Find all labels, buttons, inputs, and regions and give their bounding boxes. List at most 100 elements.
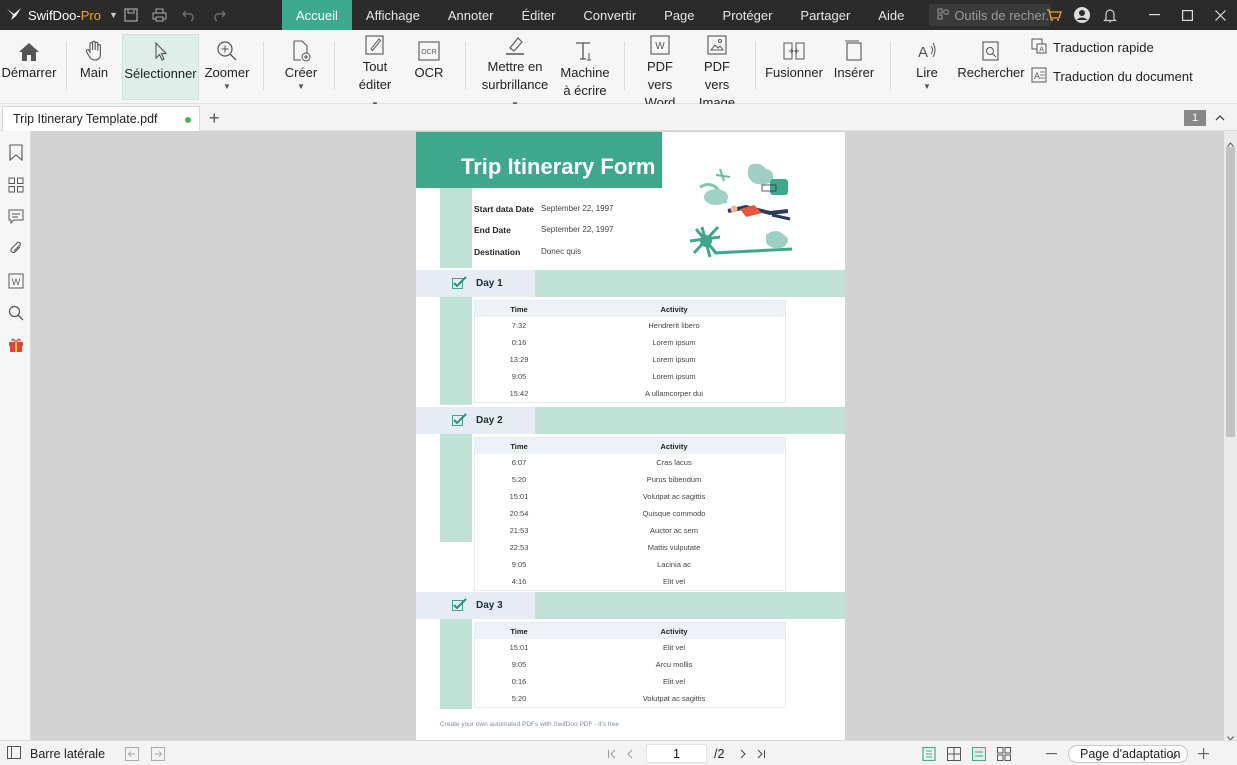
search-tools-icon	[937, 8, 950, 23]
pdf-to-image-button[interactable]: PDF vers Image	[691, 34, 743, 110]
merge-icon	[783, 34, 805, 64]
tool-search-input[interactable]: Outils de recher...	[929, 4, 1052, 26]
attachment-icon[interactable]	[6, 239, 25, 258]
zoom-select[interactable]: Page d'adaptation	[1068, 745, 1188, 763]
app-menu-button[interactable]: SwifDoo-Pro ▼	[0, 0, 120, 30]
table-row: 9:05 Lacinia ac	[511, 560, 691, 569]
word-convert-icon[interactable]: W	[6, 271, 25, 290]
create-button[interactable]: Créer ▼	[283, 34, 319, 100]
print-icon[interactable]	[152, 8, 167, 22]
pdf-page: Trip Itinerary Form Start data Date Sept…	[416, 132, 845, 740]
bookmark-icon[interactable]	[6, 143, 25, 162]
read-aloud-button[interactable]: A Lire ▼	[909, 34, 945, 100]
redo-icon[interactable]	[211, 8, 227, 22]
sidebar-toggle[interactable]: Barre latérale	[7, 741, 105, 765]
start-button[interactable]: Démarrer	[2, 34, 56, 100]
single-page-view-icon[interactable]	[922, 741, 936, 765]
select-tool-button[interactable]: Sélectionner	[122, 34, 199, 100]
day-label: Day 1	[476, 278, 503, 289]
gift-icon[interactable]	[6, 335, 25, 354]
undo-icon[interactable]	[181, 8, 197, 22]
search-placeholder: Outils de recher...	[954, 7, 1052, 23]
svg-text:A: A	[1039, 47, 1044, 54]
document-translate-button[interactable]: A Traduction du document	[1031, 67, 1193, 86]
typewriter-button[interactable]: Machine à écrire	[558, 34, 612, 100]
create-file-icon	[291, 34, 311, 64]
app-name: SwifDoo-Pro	[28, 7, 101, 23]
first-page-button[interactable]	[607, 741, 617, 765]
table-row: 21:53 Auctor ac sem	[509, 526, 698, 535]
menu-accueil[interactable]: Accueil	[282, 0, 352, 30]
menu-page[interactable]: Page	[650, 0, 708, 30]
ocr-icon: OCR	[418, 34, 440, 64]
edit-all-button[interactable]: Tout éditer ▼	[353, 34, 397, 109]
table-header: Time Activity	[475, 438, 785, 454]
menu-convertir[interactable]: Convertir	[569, 0, 650, 30]
highlighter-icon	[504, 34, 526, 58]
menu-annoter[interactable]: Annoter	[434, 0, 508, 30]
document-tab[interactable]: Trip Itinerary Template.pdf	[2, 106, 200, 131]
bell-icon[interactable]	[1096, 0, 1124, 30]
vertical-scrollbar[interactable]	[1224, 131, 1237, 741]
decor-stripe	[440, 434, 472, 542]
menu-proteger[interactable]: Protéger	[709, 0, 787, 30]
zoom-in-button[interactable]	[1198, 741, 1209, 765]
thumbnails-icon[interactable]	[6, 175, 25, 194]
add-tab-button[interactable]: +	[209, 108, 220, 129]
start-date-label: Start data Date	[474, 204, 534, 214]
cart-icon[interactable]	[1040, 0, 1068, 30]
home-icon	[18, 34, 40, 64]
scroll-thumb[interactable]	[1226, 147, 1235, 437]
two-page-view-icon[interactable]	[947, 741, 961, 765]
previous-view-button[interactable]	[125, 741, 139, 765]
zoom-button[interactable]: Zoomer ▼	[205, 34, 249, 100]
table-header: Time Activity	[475, 623, 785, 639]
merge-button[interactable]: Fusionner	[765, 34, 823, 100]
find-document-icon	[980, 34, 1002, 64]
zoom-out-button[interactable]	[1046, 741, 1057, 765]
close-button[interactable]	[1204, 0, 1237, 30]
document-viewer[interactable]: Trip Itinerary Form Start data Date Sept…	[38, 131, 1224, 740]
table-row: 9:05 Arcu mollis	[511, 660, 693, 669]
hand-tool-button[interactable]: Main	[76, 34, 112, 100]
grid-view-icon[interactable]	[997, 741, 1011, 765]
quick-translate-button[interactable]: A Traduction rapide	[1031, 38, 1154, 57]
previous-page-button[interactable]	[626, 741, 634, 765]
pdf-to-word-button[interactable]: W PDF vers Word	[634, 34, 686, 110]
footer-note[interactable]: Create your own automated PDFs with Swif…	[440, 721, 619, 728]
next-page-button[interactable]	[739, 741, 747, 765]
sidebar-panel-icon	[7, 745, 21, 762]
save-icon[interactable]	[124, 8, 138, 22]
page-count-badge: 1	[1184, 110, 1206, 126]
ocr-button[interactable]: OCR OCR	[410, 34, 448, 100]
search-icon[interactable]	[6, 303, 25, 322]
decor-stripe	[440, 297, 472, 405]
maximize-button[interactable]	[1171, 0, 1204, 30]
minimize-button[interactable]	[1138, 0, 1171, 30]
title-bar: SwifDoo-Pro ▼ Accueil Affichage Annoter …	[0, 0, 1237, 30]
table-row: 15:42 A ullamcorper dui	[509, 389, 703, 398]
destination-label: Destination	[474, 247, 521, 257]
user-avatar-icon[interactable]	[1068, 0, 1096, 30]
last-page-button[interactable]	[756, 741, 766, 765]
page-number-input[interactable]: 1	[646, 744, 707, 763]
checkbox-checked-icon	[452, 276, 467, 292]
menu-editer[interactable]: Éditer	[507, 0, 569, 30]
collapse-ribbon-button[interactable]	[1215, 110, 1225, 125]
continuous-view-icon[interactable]	[972, 741, 986, 765]
comments-icon[interactable]	[6, 207, 25, 226]
svg-text:A: A	[918, 44, 928, 61]
insert-button[interactable]: Insérer	[833, 34, 875, 100]
table-row: 22:53 Mattis vulputate	[509, 543, 701, 552]
menu-aide[interactable]: Aide	[864, 0, 918, 30]
menu-affichage[interactable]: Affichage	[352, 0, 434, 30]
day-header: Day 2	[416, 407, 845, 434]
status-bar: Barre latérale 1 /2 Page d'adaptation	[0, 740, 1237, 765]
find-button[interactable]: Rechercher	[957, 34, 1025, 100]
travel-illustration	[680, 157, 801, 281]
menu-partager[interactable]: Partager	[786, 0, 864, 30]
svg-text:OCR: OCR	[421, 49, 437, 56]
table-row: 5:20 Volutpat ac sagittis	[511, 694, 706, 703]
highlight-button[interactable]: Mettre en surbrillance ▼	[481, 34, 549, 109]
next-view-button[interactable]	[151, 741, 165, 765]
